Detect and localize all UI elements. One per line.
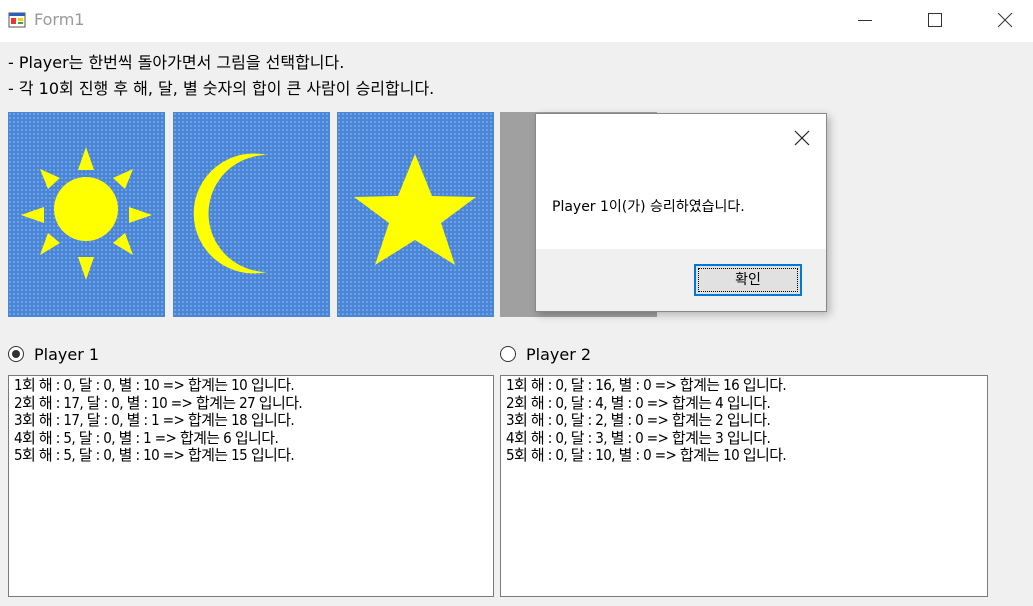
ok-button[interactable]: 확인 bbox=[694, 264, 802, 296]
player-2-label: Player 2 bbox=[526, 345, 592, 364]
instruction-line-2: - 각 10회 진행 후 해, 달, 별 숫자의 합이 큰 사람이 승리합니다. bbox=[8, 79, 435, 98]
close-icon bbox=[997, 13, 1013, 28]
player-2-log[interactable]: 1회 해 : 0, 달 : 16, 별 : 0 => 합계는 16 입니다. 2… bbox=[500, 375, 988, 597]
dialog-close-button[interactable] bbox=[792, 128, 812, 148]
app-icon bbox=[8, 11, 26, 29]
ok-button-label: 확인 bbox=[698, 268, 798, 292]
log-line: 3회 해 : 0, 달 : 2, 별 : 0 => 합계는 2 입니다. bbox=[506, 411, 771, 429]
log-line: 2회 해 : 0, 달 : 4, 별 : 0 => 합계는 4 입니다. bbox=[506, 393, 771, 412]
instruction-line-1: - Player는 한번씩 돌아가면서 그림을 선택합니다. bbox=[8, 53, 345, 72]
star-picture[interactable] bbox=[337, 112, 494, 317]
dialog-footer: 확인 bbox=[536, 249, 826, 311]
dialog-message: Player 1이(가) 승리하였습니다. bbox=[552, 199, 745, 215]
close-window-button[interactable] bbox=[982, 0, 1028, 42]
log-line: 3회 해 : 17, 달 : 0, 별 : 1 => 합계는 18 입니다. bbox=[14, 411, 295, 429]
log-line: 4회 해 : 5, 달 : 0, 별 : 1 => 합계는 6 입니다. bbox=[14, 428, 279, 447]
result-dialog: Player 1이(가) 승리하였습니다. 확인 bbox=[535, 113, 827, 312]
moon-picture[interactable] bbox=[173, 112, 330, 317]
log-line: 1회 해 : 0, 달 : 0, 별 : 10 => 합계는 10 입니다. bbox=[14, 376, 295, 394]
moon-icon bbox=[193, 153, 267, 274]
sun-icon bbox=[21, 147, 152, 280]
log-line: 2회 해 : 17, 달 : 0, 별 : 10 => 합계는 27 입니다. bbox=[14, 393, 303, 412]
title-bar: Form1 bbox=[0, 0, 1033, 42]
close-icon bbox=[794, 130, 810, 146]
log-line: 5회 해 : 0, 달 : 10, 별 : 0 => 합계는 10 입니다. bbox=[506, 446, 787, 464]
player-1-log[interactable]: 1회 해 : 0, 달 : 0, 별 : 10 => 합계는 10 입니다. 2… bbox=[8, 375, 494, 597]
minimize-button[interactable] bbox=[842, 0, 888, 42]
minimize-icon bbox=[858, 20, 872, 21]
radio-checked-icon bbox=[8, 346, 24, 362]
log-line: 4회 해 : 0, 달 : 3, 별 : 0 => 합계는 3 입니다. bbox=[506, 428, 771, 447]
window-title: Form1 bbox=[34, 10, 85, 29]
radio-unchecked-icon bbox=[500, 346, 516, 362]
sun-picture[interactable] bbox=[8, 112, 165, 317]
maximize-icon bbox=[928, 13, 942, 27]
star-icon bbox=[354, 154, 476, 265]
log-line: 1회 해 : 0, 달 : 16, 별 : 0 => 합계는 16 입니다. bbox=[506, 376, 787, 394]
log-line: 5회 해 : 5, 달 : 0, 별 : 10 => 합계는 15 입니다. bbox=[14, 446, 295, 464]
player-1-label: Player 1 bbox=[34, 345, 100, 364]
maximize-button[interactable] bbox=[912, 0, 958, 42]
